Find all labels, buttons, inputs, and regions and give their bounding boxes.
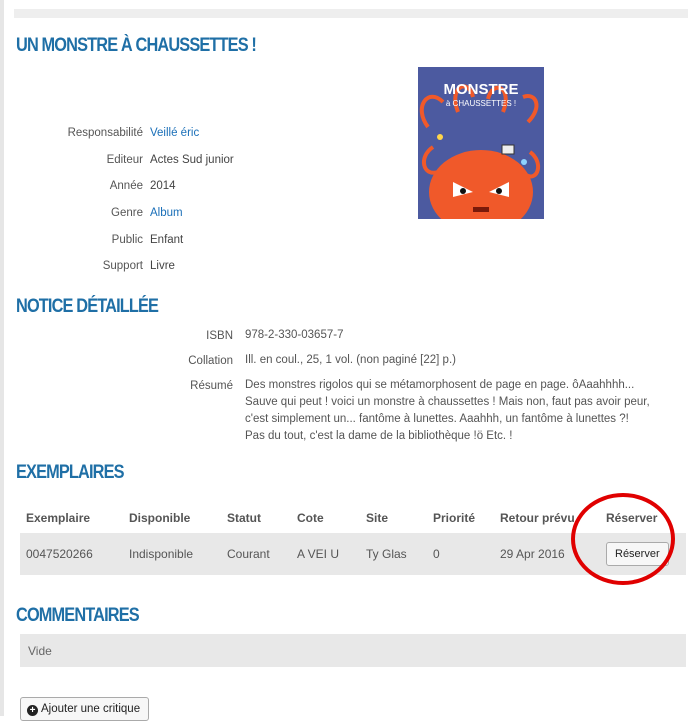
info-label-annee: Année xyxy=(109,180,143,192)
cell-priorite: 0 xyxy=(427,533,494,575)
collation-value: Ill. en coul., 25, 1 vol. (non paginé [2… xyxy=(245,354,456,366)
resume-line: c'est simplement un... fantôme à lunette… xyxy=(245,413,629,425)
resume-line: Pas du tout, c'est la dame de la bibliot… xyxy=(245,430,513,442)
cover-title-line2: à CHAUSSETTES ! xyxy=(445,99,517,108)
resume-label: Résumé xyxy=(190,380,233,392)
year-value: 2014 xyxy=(150,180,176,192)
resume-text: Des monstres rigolos qui se métamorphose… xyxy=(245,377,650,445)
cell-statut: Courant xyxy=(221,533,291,575)
add-review-button[interactable]: + Ajouter une critique xyxy=(20,697,150,721)
info-label-genre: Genre xyxy=(111,207,143,219)
resume-line: Des monstres rigolos qui se métamorphose… xyxy=(245,379,635,391)
cover-title-line1: MONSTRE xyxy=(443,81,519,98)
comments-heading: COMMENTAIRES xyxy=(16,605,140,626)
cell-site: Ty Glas xyxy=(360,533,427,575)
col-priorite: Priorité xyxy=(433,511,476,525)
isbn-label: ISBN xyxy=(206,330,233,342)
isbn-value: 978-2-330-03657-7 xyxy=(245,329,344,341)
book-cover-image[interactable]: MONSTRE à CHAUSSETTES ! xyxy=(418,67,544,219)
details-heading: NOTICE DÉTAILLÉE xyxy=(16,296,159,317)
author-link[interactable]: Veillé éric xyxy=(150,127,199,139)
page-title: UN MONSTRE À CHAUSSETTES ! xyxy=(16,35,257,56)
audience-value: Enfant xyxy=(150,234,184,246)
resume-line: Sauve qui peut ! voici un monstre à chau… xyxy=(245,396,650,408)
collation-label: Collation xyxy=(188,355,233,367)
cell-exemplaire: 0047520266 xyxy=(20,533,123,575)
col-disponible: Disponible xyxy=(129,511,191,525)
cell-disponible: Indisponible xyxy=(123,533,221,575)
genre-link[interactable]: Album xyxy=(150,207,183,219)
highlight-circle xyxy=(571,493,675,585)
top-divider xyxy=(14,9,688,18)
cell-cote: A VEI U xyxy=(291,533,360,575)
comments-box: Vide xyxy=(20,634,686,667)
col-cote: Cote xyxy=(297,511,324,525)
copies-heading: EXEMPLAIRES xyxy=(16,462,125,483)
info-label-responsabilite: Responsabilité xyxy=(67,127,143,139)
format-value: Livre xyxy=(150,260,175,272)
add-review-label: Ajouter une critique xyxy=(41,703,141,715)
col-exemplaire: Exemplaire xyxy=(26,511,91,525)
publisher-value: Actes Sud junior xyxy=(150,154,234,166)
info-label-editeur: Editeur xyxy=(106,154,143,166)
info-label-support: Support xyxy=(102,260,143,272)
info-label-public: Public xyxy=(111,234,143,246)
comments-empty-text: Vide xyxy=(28,644,52,658)
col-site: Site xyxy=(366,511,389,525)
col-statut: Statut xyxy=(227,511,261,525)
plus-circle-icon: + xyxy=(27,705,38,716)
left-border xyxy=(0,0,4,716)
